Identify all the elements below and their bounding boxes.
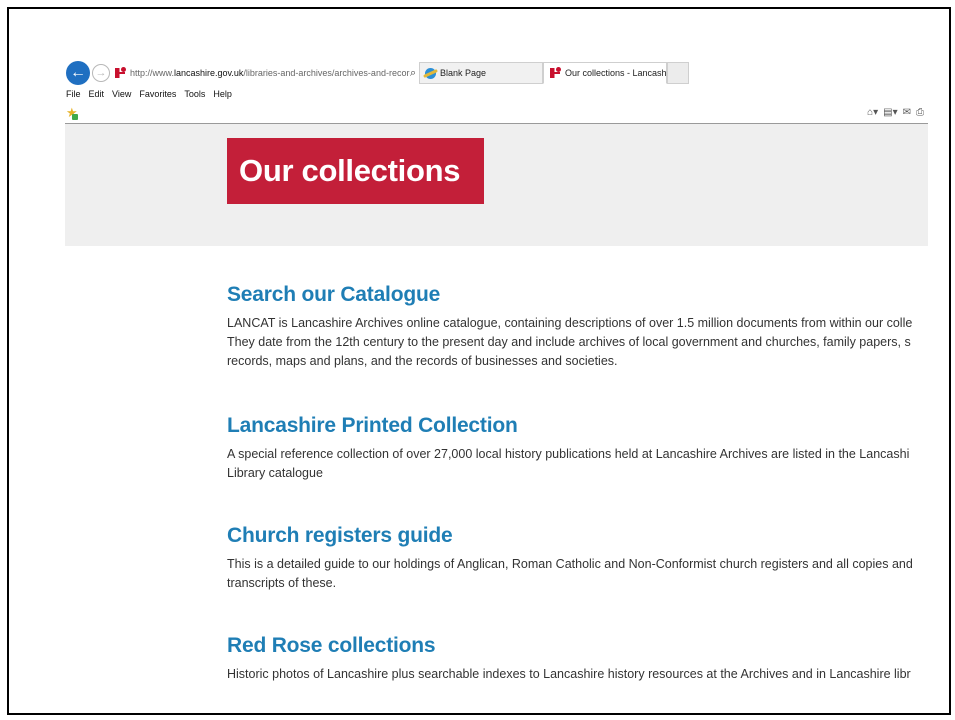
home-icon[interactable]: ⌂▾ bbox=[867, 107, 878, 118]
text-line: This is a detailed guide to our holdings… bbox=[227, 557, 913, 571]
menu-favorites[interactable]: Favorites bbox=[139, 89, 176, 103]
browser-window: ← → http://www. lancashire.gov.uk/librari… bbox=[65, 60, 928, 695]
address-bar[interactable]: http://www. lancashire.gov.uk/libraries-a… bbox=[114, 64, 410, 82]
text-line: Historic photos of Lancashire plus searc… bbox=[227, 667, 911, 681]
menu-help[interactable]: Help bbox=[213, 89, 232, 103]
section-text: Historic photos of Lancashire plus searc… bbox=[227, 665, 928, 684]
tab-label: Our collections - Lancashire... bbox=[565, 68, 667, 78]
mail-icon[interactable]: ✉ bbox=[903, 107, 911, 118]
section-red-rose: Red Rose collections Historic photos of … bbox=[227, 634, 928, 684]
slide-frame: ← → http://www. lancashire.gov.uk/librari… bbox=[7, 7, 951, 715]
section-printed-collection: Lancashire Printed Collection A special … bbox=[227, 414, 928, 483]
command-bar: ⌂▾ ▤▾ ✉ ⎙ bbox=[867, 107, 924, 118]
section-heading-link[interactable]: Lancashire Printed Collection bbox=[227, 414, 928, 438]
section-text: A special reference collection of over 2… bbox=[227, 445, 928, 483]
section-heading-link[interactable]: Search our Catalogue bbox=[227, 283, 928, 307]
menu-view[interactable]: View bbox=[112, 89, 131, 103]
site-favicon-icon bbox=[549, 67, 561, 79]
back-arrow-icon: ← bbox=[70, 64, 86, 81]
url-path: /libraries-and-archives/archives-and-rec… bbox=[243, 68, 410, 78]
section-search-catalogue: Search our Catalogue LANCAT is Lancashir… bbox=[227, 283, 928, 371]
text-line: records, maps and plans, and the records… bbox=[227, 354, 618, 368]
forward-arrow-icon: → bbox=[95, 67, 107, 79]
ie-icon bbox=[425, 67, 436, 79]
new-tab-button[interactable] bbox=[667, 62, 689, 84]
page-hero-band: Our collections bbox=[65, 124, 928, 246]
section-text: This is a detailed guide to our holdings… bbox=[227, 555, 928, 593]
tab-blank-page[interactable]: Blank Page bbox=[419, 62, 543, 84]
text-line: A special reference collection of over 2… bbox=[227, 447, 910, 461]
url-prefix: http://www. bbox=[130, 68, 175, 78]
section-heading-link[interactable]: Red Rose collections bbox=[227, 634, 928, 658]
menu-edit[interactable]: Edit bbox=[89, 89, 105, 103]
text-line: They date from the 12th century to the p… bbox=[227, 335, 911, 349]
url-domain: lancashire.gov.uk bbox=[174, 68, 244, 78]
search-icon[interactable]: ⌕ bbox=[410, 67, 416, 80]
favorites-bar: ⌂▾ ▤▾ ✉ ⎙ bbox=[65, 104, 928, 124]
section-text: LANCAT is Lancashire Archives online cat… bbox=[227, 314, 928, 371]
section-heading-link[interactable]: Church registers guide bbox=[227, 524, 928, 548]
menu-bar: File Edit View Favorites Tools Help bbox=[65, 89, 232, 103]
site-favicon-icon bbox=[114, 67, 126, 79]
text-line: LANCAT is Lancashire Archives online cat… bbox=[227, 316, 913, 330]
tab-label: Blank Page bbox=[440, 68, 487, 78]
section-church-registers: Church registers guide This is a detaile… bbox=[227, 524, 928, 593]
text-line: Library catalogue bbox=[227, 466, 323, 480]
forward-button[interactable]: → bbox=[92, 64, 110, 82]
print-icon[interactable]: ⎙ bbox=[916, 107, 924, 118]
rss-icon[interactable]: ▤▾ bbox=[883, 107, 897, 118]
menu-file[interactable]: File bbox=[66, 89, 81, 103]
add-favorites-icon[interactable] bbox=[66, 105, 78, 121]
tab-our-collections[interactable]: Our collections - Lancashire... × bbox=[543, 62, 667, 84]
back-button[interactable]: ← bbox=[66, 61, 90, 85]
browser-toolbar: ← → http://www. lancashire.gov.uk/librari… bbox=[65, 60, 928, 88]
page-title: Our collections bbox=[227, 138, 484, 204]
text-line: transcripts of these. bbox=[227, 576, 337, 590]
menu-tools[interactable]: Tools bbox=[184, 89, 205, 103]
